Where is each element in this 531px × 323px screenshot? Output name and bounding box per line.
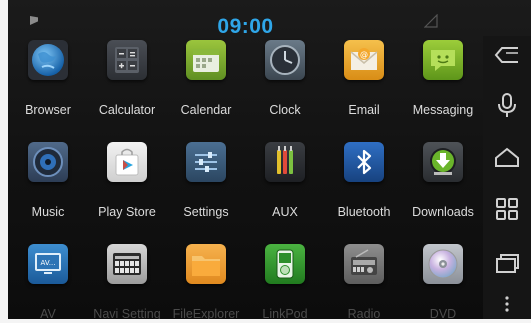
recent-apps-icon xyxy=(496,254,519,273)
clock-icon xyxy=(265,40,305,80)
back-button[interactable] xyxy=(491,40,523,70)
navigation-rail xyxy=(483,36,531,323)
app-label: DVD xyxy=(429,307,457,321)
tv-icon: AV... xyxy=(28,244,68,284)
app-music[interactable]: Music xyxy=(8,138,88,228)
app-label: Music xyxy=(31,205,65,219)
app-navi-setting[interactable]: Navi Setting xyxy=(87,240,167,323)
folder-icon xyxy=(186,244,226,284)
app-settings[interactable]: Settings xyxy=(166,138,246,228)
home-icon xyxy=(495,147,519,167)
svg-text:AV...: AV... xyxy=(41,259,56,267)
overflow-menu-button[interactable] xyxy=(491,290,523,320)
music-player-icon xyxy=(265,244,305,284)
app-file-explorer[interactable]: FileExplorer xyxy=(166,240,246,323)
app-label: FileExplorer xyxy=(172,307,240,321)
aux-cables-icon xyxy=(265,142,305,182)
app-label: AV xyxy=(40,307,56,321)
shopping-bag-icon xyxy=(107,142,147,182)
envelope-icon: @ xyxy=(344,40,384,80)
app-label: Clock xyxy=(269,103,301,117)
signal-icon xyxy=(424,14,438,28)
app-email[interactable]: @ Email xyxy=(324,36,404,126)
app-play-store[interactable]: Play Store xyxy=(87,138,167,228)
sliders-icon xyxy=(186,142,226,182)
app-label: AUX xyxy=(272,205,298,219)
globe-icon xyxy=(28,40,68,80)
download-icon xyxy=(423,142,463,182)
app-label: Browser xyxy=(25,103,71,117)
calculator-icon xyxy=(107,40,147,80)
app-downloads[interactable]: Downloads xyxy=(403,138,483,228)
app-label: Navi Setting xyxy=(93,307,161,321)
app-linkpod[interactable]: LinkPod xyxy=(245,240,325,323)
voice-button[interactable] xyxy=(491,90,523,120)
app-label: LinkPod xyxy=(262,307,308,321)
radio-icon xyxy=(344,244,384,284)
bluetooth-icon xyxy=(344,142,384,182)
disc-icon xyxy=(423,244,463,284)
app-label: Email xyxy=(348,103,380,117)
app-label: Play Store xyxy=(98,205,156,219)
app-label: Bluetooth xyxy=(337,205,391,219)
app-label: Calculator xyxy=(98,103,156,117)
app-calendar[interactable]: Calendar xyxy=(166,36,246,126)
apps-button[interactable] xyxy=(491,194,523,224)
app-radio[interactable]: Radio xyxy=(324,240,404,323)
calendar-icon xyxy=(186,40,226,80)
back-icon xyxy=(494,47,518,63)
device-screen: 09:00 Browser Calculator Calendar Clock … xyxy=(0,0,531,323)
speaker-icon xyxy=(28,142,68,182)
microphone-icon xyxy=(498,93,516,117)
overflow-menu-icon xyxy=(505,296,509,312)
app-bluetooth[interactable]: Bluetooth xyxy=(324,138,404,228)
app-label: Radio xyxy=(347,307,381,321)
app-av[interactable]: AV... AV xyxy=(8,240,88,323)
app-calculator[interactable]: Calculator xyxy=(87,36,167,126)
app-label: Downloads xyxy=(412,205,474,219)
app-messaging[interactable]: Messaging xyxy=(403,36,483,126)
speech-bubble-icon xyxy=(423,40,463,80)
status-bar: 09:00 xyxy=(8,10,483,38)
svg-text:@: @ xyxy=(360,50,368,59)
home-button[interactable] xyxy=(491,142,523,172)
app-browser[interactable]: Browser xyxy=(8,36,88,126)
navi-screen-icon xyxy=(107,244,147,284)
recent-apps-button[interactable] xyxy=(491,248,523,278)
app-dvd[interactable]: DVD xyxy=(403,240,483,323)
app-grid: Browser Calculator Calendar Clock @ Emai… xyxy=(8,36,483,323)
apps-grid-icon xyxy=(496,198,518,220)
app-aux[interactable]: AUX xyxy=(245,138,325,228)
app-label: Settings xyxy=(183,205,229,219)
app-label: Messaging xyxy=(412,103,474,117)
app-clock[interactable]: Clock xyxy=(245,36,325,126)
app-label: Calendar xyxy=(180,103,232,117)
